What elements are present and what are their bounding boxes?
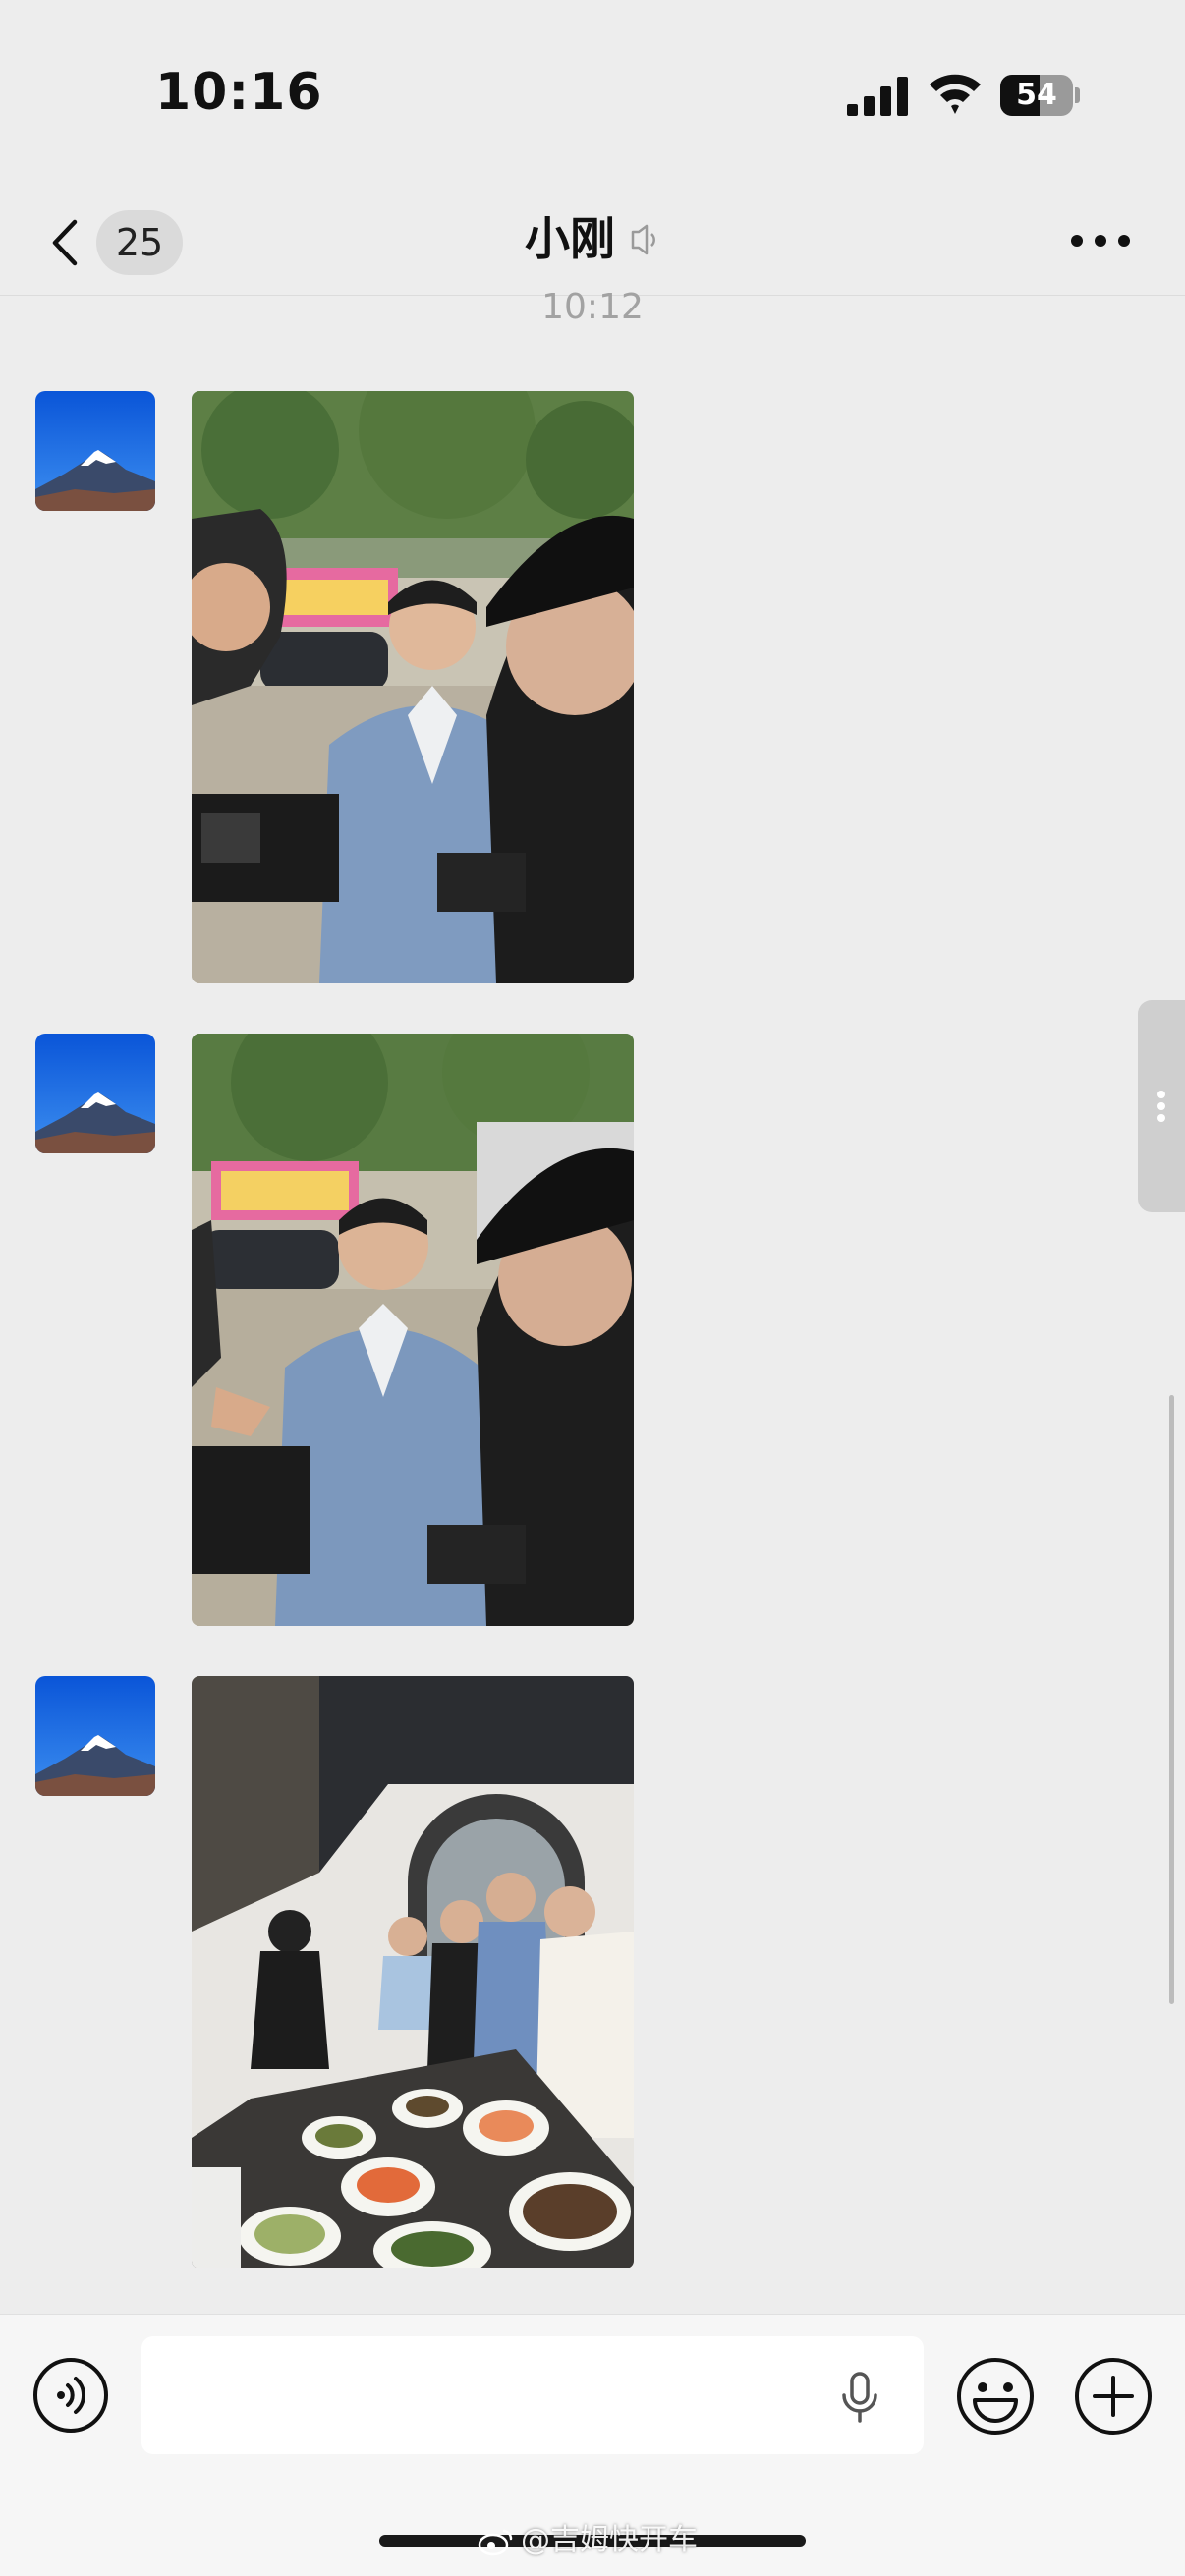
message-timestamp: 10:12 [541, 287, 644, 327]
watermark-text: @吉姆快开车 [521, 2523, 698, 2557]
back-button[interactable]: 25 [39, 202, 187, 281]
status-time: 10:16 [155, 63, 323, 122]
snow-mountain-avatar [35, 1034, 155, 1153]
sender-avatar[interactable] [35, 1676, 155, 1796]
status-bar: 10:16 54 [0, 0, 1185, 187]
cellular-signal-icon [847, 77, 908, 116]
snow-mountain-avatar [35, 1676, 155, 1796]
message-input-bar: @吉姆快开车 [0, 2314, 1185, 2576]
sender-avatar[interactable] [35, 1034, 155, 1153]
more-dots-icon[interactable] [1061, 216, 1140, 265]
wifi-icon [930, 74, 981, 114]
message-text-input[interactable] [141, 2336, 924, 2454]
photo-smiling-man-blue-jacket [192, 1034, 634, 1626]
unread-count-badge: 25 [96, 210, 183, 275]
weibo-logo-icon [478, 2529, 513, 2555]
image-message[interactable] [192, 1676, 634, 2268]
voice-mode-icon[interactable] [31, 2356, 110, 2435]
battery-indicator: 54 [1000, 75, 1080, 116]
battery-percent: 54 [1016, 78, 1057, 112]
scrollbar[interactable] [1169, 1395, 1174, 2004]
plus-circle-icon[interactable] [1073, 2356, 1154, 2436]
photo-outdoor-man-blue-jacket [192, 391, 634, 983]
chat-header: 小刚 25 [0, 187, 1185, 296]
sender-avatar[interactable] [35, 391, 155, 511]
image-message[interactable] [192, 1034, 634, 1626]
side-drawer-handle[interactable] [1138, 1000, 1185, 1212]
microphone-icon[interactable] [835, 2370, 884, 2425]
chat-title: 小刚 [525, 212, 615, 265]
chat-screen: 10:16 54 小刚 25 10:12 @吉姆快开车 [0, 0, 1185, 2576]
image-message[interactable] [192, 391, 634, 983]
chevron-left-icon [52, 219, 78, 266]
snow-mountain-avatar [35, 391, 155, 511]
emoji-icon[interactable] [955, 2356, 1036, 2436]
watermark: @吉姆快开车 [478, 2515, 698, 2558]
photo-restaurant-table-dishes [192, 1676, 634, 2268]
muted-bell-icon [631, 224, 655, 255]
